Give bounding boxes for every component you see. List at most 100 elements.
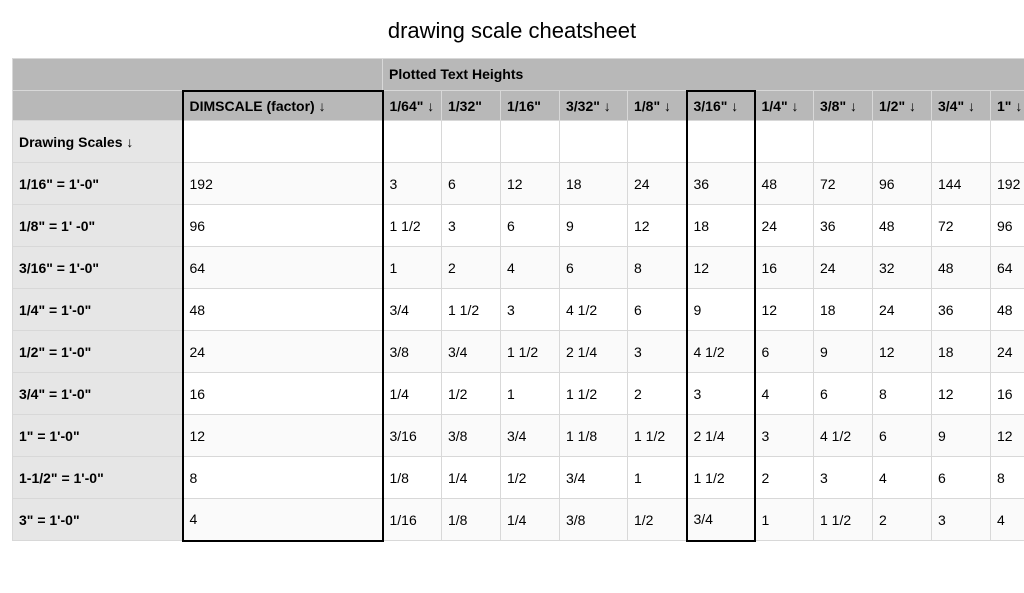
data-cell: 1 1/2: [560, 373, 628, 415]
dimscale-cell: 192: [183, 163, 383, 205]
data-cell: 6: [628, 289, 687, 331]
dimscale-cell: 64: [183, 247, 383, 289]
data-cell: 4: [873, 457, 932, 499]
data-cell: 4: [501, 247, 560, 289]
data-cell: 1/4: [442, 457, 501, 499]
row-scale-label: 1" = 1'-0": [13, 415, 183, 457]
data-cell: 1: [383, 247, 442, 289]
data-cell: 96: [991, 205, 1024, 247]
data-cell: 2 1/4: [687, 415, 755, 457]
row-scale-label: 1/4" = 1'-0": [13, 289, 183, 331]
data-cell: 9: [932, 415, 991, 457]
row-head-label: Drawing Scales ↓: [13, 121, 183, 163]
blank: [814, 121, 873, 163]
col-header-1-4: 1/4" ↓: [755, 91, 814, 121]
data-cell: 3: [932, 499, 991, 541]
data-cell: 24: [991, 331, 1024, 373]
data-cell: 2: [873, 499, 932, 541]
data-cell: 24: [873, 289, 932, 331]
table-row: 1-1/2" = 1'-0"81/81/41/23/411 1/223468: [13, 457, 1024, 499]
blank: [873, 121, 932, 163]
blank: [628, 121, 687, 163]
row-scale-label: 1/16" = 1'-0": [13, 163, 183, 205]
data-cell: 18: [560, 163, 628, 205]
col-header-3-32: 3/32" ↓: [560, 91, 628, 121]
data-cell: 3/4: [560, 457, 628, 499]
data-cell: 12: [755, 289, 814, 331]
data-cell: 192: [991, 163, 1024, 205]
data-cell: 3: [814, 457, 873, 499]
data-cell: 6: [442, 163, 501, 205]
blank: [383, 121, 442, 163]
data-cell: 1/4: [501, 499, 560, 541]
data-cell: 8: [873, 373, 932, 415]
data-cell: 3/8: [442, 415, 501, 457]
col-header-1-32: 1/32": [442, 91, 501, 121]
data-cell: 6: [560, 247, 628, 289]
data-cell: 48: [932, 247, 991, 289]
table-row: 1" = 1'-0"123/163/83/41 1/81 1/22 1/434 …: [13, 415, 1024, 457]
data-cell: 3: [442, 205, 501, 247]
data-cell: 3/4: [687, 499, 755, 541]
data-cell: 6: [932, 457, 991, 499]
col-header-3-4: 3/4" ↓: [932, 91, 991, 121]
table-row: 3/4" = 1'-0"161/41/211 1/2234681216: [13, 373, 1024, 415]
data-cell: 36: [814, 205, 873, 247]
data-cell: 16: [991, 373, 1024, 415]
section-blank: [13, 59, 383, 91]
data-cell: 2: [628, 373, 687, 415]
data-cell: 48: [755, 163, 814, 205]
data-cell: 72: [814, 163, 873, 205]
data-cell: 9: [560, 205, 628, 247]
data-cell: 96: [873, 163, 932, 205]
data-cell: 3: [383, 163, 442, 205]
dimscale-cell: 96: [183, 205, 383, 247]
col-header-1-8: 1/8" ↓: [628, 91, 687, 121]
table-row: 1/16" = 1'-0"1923612182436487296144192: [13, 163, 1024, 205]
col-header-1-16: 1/16": [501, 91, 560, 121]
row-scale-label: 1/8" = 1' -0": [13, 205, 183, 247]
data-cell: 6: [814, 373, 873, 415]
page-title: drawing scale cheatsheet: [12, 18, 1012, 44]
data-cell: 3/4: [442, 331, 501, 373]
table-row: 1/4" = 1'-0"483/41 1/234 1/2691218243648: [13, 289, 1024, 331]
data-cell: 1 1/2: [687, 457, 755, 499]
page-root: drawing scale cheatsheet Plotted Text He…: [0, 0, 1024, 542]
table-row: 1/2" = 1'-0"243/83/41 1/22 1/434 1/26912…: [13, 331, 1024, 373]
data-cell: 1/8: [442, 499, 501, 541]
section-label: Plotted Text Heights: [383, 59, 1024, 91]
dimscale-cell: 12: [183, 415, 383, 457]
data-cell: 3/16: [383, 415, 442, 457]
dimscale-cell: 8: [183, 457, 383, 499]
data-cell: 2: [442, 247, 501, 289]
data-cell: 6: [755, 331, 814, 373]
blank: [560, 121, 628, 163]
dimscale-cell: 4: [183, 499, 383, 541]
data-cell: 3: [755, 415, 814, 457]
data-cell: 6: [873, 415, 932, 457]
table-body: 1/16" = 1'-0"19236121824364872961441921/…: [13, 163, 1024, 541]
col-header-1-2: 1/2" ↓: [873, 91, 932, 121]
blank: [755, 121, 814, 163]
data-cell: 4 1/2: [560, 289, 628, 331]
row-heading-row: Drawing Scales ↓: [13, 121, 1024, 163]
dimscale-header: DIMSCALE (factor) ↓: [183, 91, 383, 121]
col-header-1: 1" ↓: [991, 91, 1024, 121]
col-header-3-16: 3/16" ↓: [687, 91, 755, 121]
data-cell: 72: [932, 205, 991, 247]
data-cell: 4: [991, 499, 1024, 541]
table-row: 3" = 1'-0"41/161/81/43/81/23/411 1/2234: [13, 499, 1024, 541]
data-cell: 24: [814, 247, 873, 289]
row-head-dim-blank: [183, 121, 383, 163]
data-cell: 12: [991, 415, 1024, 457]
data-cell: 24: [628, 163, 687, 205]
data-cell: 1 1/8: [560, 415, 628, 457]
row-scale-label: 1/2" = 1'-0": [13, 331, 183, 373]
row-scale-label: 3/16" = 1'-0": [13, 247, 183, 289]
data-cell: 3/8: [560, 499, 628, 541]
data-cell: 3: [501, 289, 560, 331]
blank: [932, 121, 991, 163]
data-cell: 64: [991, 247, 1024, 289]
data-cell: 8: [991, 457, 1024, 499]
data-cell: 32: [873, 247, 932, 289]
